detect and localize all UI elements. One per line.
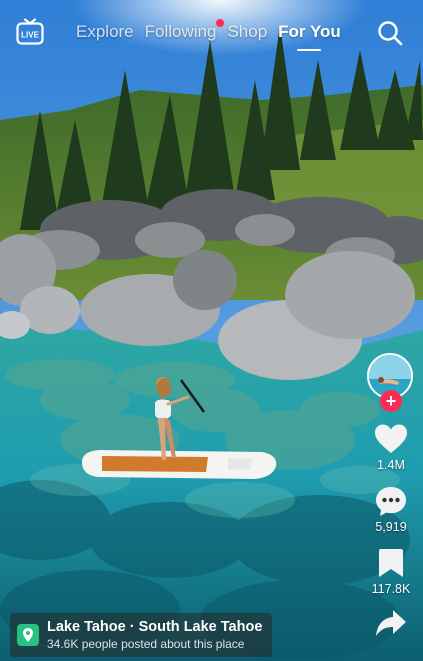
comment-count: 5,919 — [375, 520, 407, 534]
location-subtitle: 34.6K people posted about this place — [47, 637, 245, 651]
save-count: 117.8K — [371, 582, 411, 596]
share-button[interactable] — [375, 608, 407, 638]
comment-button[interactable]: 5,919 — [374, 485, 408, 534]
tab-explore[interactable]: Explore — [76, 22, 134, 42]
location-title: Lake Tahoe · South Lake Tahoe — [47, 619, 263, 635]
search-icon[interactable] — [377, 20, 403, 46]
tab-following[interactable]: Following — [144, 19, 225, 42]
bookmark-icon — [378, 549, 403, 577]
save-button[interactable]: 117.8K — [371, 547, 411, 596]
location-text: Lake Tahoe · South Lake Tahoe 34.6K peop… — [47, 618, 262, 652]
tab-shop[interactable]: Shop — [227, 22, 267, 42]
location-chip[interactable]: Lake Tahoe · South Lake Tahoe 34.6K peop… — [10, 613, 272, 657]
comment-icon — [376, 487, 406, 516]
heart-icon — [375, 424, 407, 453]
follow-button[interactable]: + — [380, 390, 402, 412]
like-button[interactable]: 1.4M — [374, 423, 408, 472]
video-frame[interactable] — [0, 0, 423, 661]
notification-dot — [216, 19, 225, 27]
like-count: 1.4M — [377, 458, 405, 472]
tab-for-you[interactable]: For You — [278, 22, 341, 42]
creator-avatar-wrap: + — [367, 353, 415, 412]
share-icon — [376, 610, 406, 636]
location-pin-icon — [17, 624, 39, 646]
feed-tabs: Explore Following Shop For You — [76, 19, 371, 42]
live-icon[interactable]: LIVE — [16, 18, 44, 46]
tab-following-label: Following — [144, 22, 217, 41]
top-nav: LIVE Explore Following Shop For You — [0, 0, 423, 70]
action-rail: + 1.4M 5,919 117.8K — [367, 353, 415, 638]
svg-text:LIVE: LIVE — [21, 31, 39, 40]
